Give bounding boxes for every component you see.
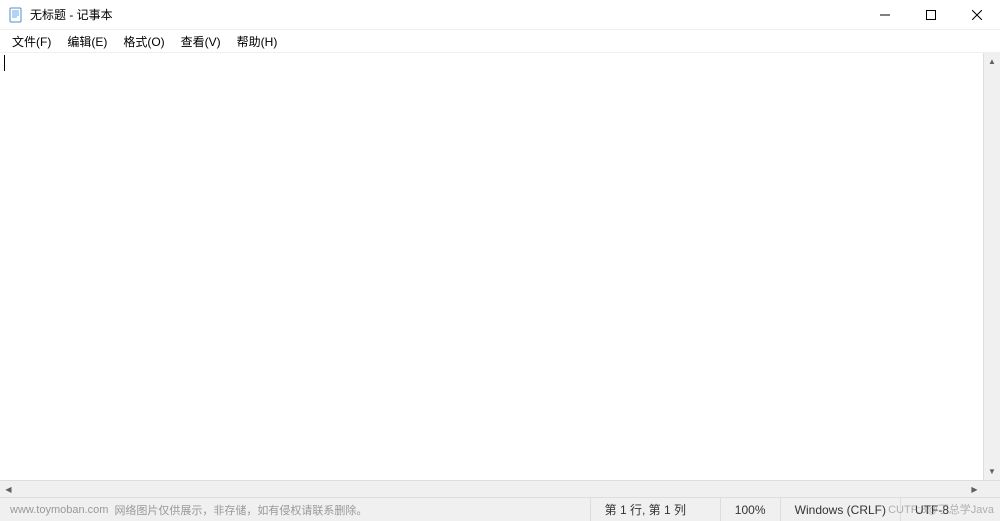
maximize-button[interactable]	[908, 0, 954, 29]
scroll-down-arrow-icon[interactable]: ▼	[984, 463, 1000, 480]
menu-view[interactable]: 查看(V)	[173, 31, 229, 52]
menu-format[interactable]: 格式(O)	[115, 31, 172, 52]
menu-edit[interactable]: 编辑(E)	[59, 31, 115, 52]
status-position: 第 1 行, 第 1 列	[590, 498, 720, 521]
title-bar-left: 无标题 - 记事本	[0, 6, 862, 23]
window-controls	[862, 0, 1000, 29]
notepad-icon	[8, 7, 24, 23]
horizontal-scrollbar[interactable]: ◀ ▶	[0, 481, 983, 497]
menu-help[interactable]: 帮助(H)	[229, 31, 286, 52]
scroll-corner	[983, 481, 1000, 497]
status-bar: www.toymoban.com 网络图片仅供展示，非存储，如有侵权请联系删除。…	[0, 497, 1000, 521]
footer-site: www.toymoban.com	[10, 504, 108, 516]
text-caret	[4, 55, 5, 71]
title-bar: 无标题 - 记事本	[0, 0, 1000, 30]
status-zoom: 100%	[720, 498, 780, 521]
horizontal-scroll-row: ◀ ▶	[0, 480, 1000, 497]
footer-note: www.toymoban.com 网络图片仅供展示，非存储，如有侵权请联系删除。	[0, 502, 590, 518]
scroll-right-arrow-icon[interactable]: ▶	[966, 481, 983, 497]
scroll-left-arrow-icon[interactable]: ◀	[0, 481, 17, 497]
close-button[interactable]	[954, 0, 1000, 29]
minimize-button[interactable]	[862, 0, 908, 29]
editor-container: ▲ ▼	[0, 52, 1000, 480]
menu-file[interactable]: 文件(F)	[4, 31, 59, 52]
status-encoding: UTF-8	[900, 498, 1000, 521]
footer-text: 网络图片仅供展示，非存储，如有侵权请联系删除。	[114, 502, 367, 518]
menu-bar: 文件(F) 编辑(E) 格式(O) 查看(V) 帮助(H)	[0, 30, 1000, 52]
scroll-up-arrow-icon[interactable]: ▲	[984, 53, 1000, 70]
editor-wrapper	[0, 53, 983, 480]
vertical-scrollbar[interactable]: ▲ ▼	[983, 53, 1000, 480]
status-line-ending: Windows (CRLF)	[780, 498, 900, 521]
text-editor[interactable]	[0, 53, 177, 89]
window-title: 无标题 - 记事本	[30, 6, 113, 23]
